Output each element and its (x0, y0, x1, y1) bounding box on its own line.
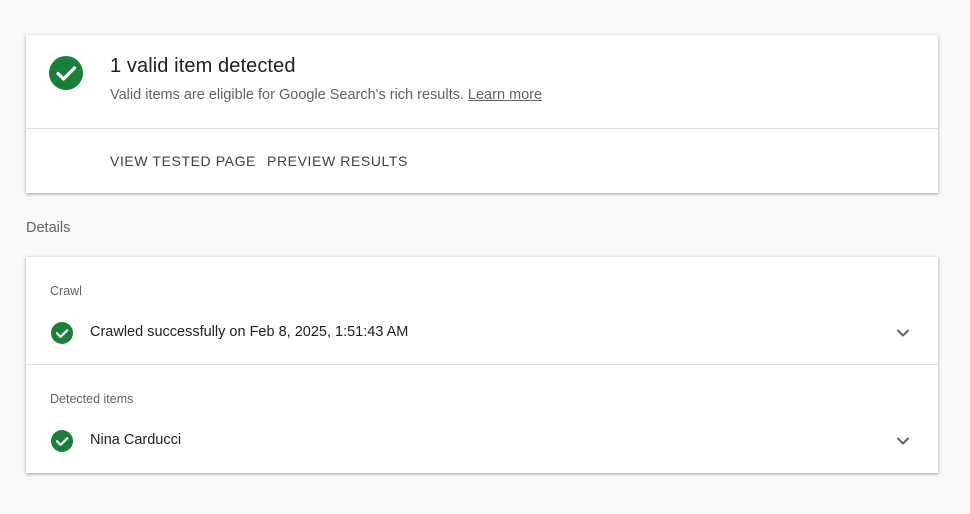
summary-actions: VIEW TESTED PAGE PREVIEW RESULTS (26, 129, 938, 193)
check-circle-icon (51, 430, 73, 452)
learn-more-link[interactable]: Learn more (468, 87, 542, 103)
summary-description-text: Valid items are eligible for Google Sear… (110, 87, 464, 103)
check-circle-icon (51, 322, 73, 344)
summary-card: 1 valid item detected Valid items are el… (26, 35, 938, 193)
preview-results-button[interactable]: PREVIEW RESULTS (267, 153, 408, 169)
section-label: Crawl (50, 284, 82, 298)
chevron-down-icon[interactable] (894, 432, 912, 450)
check-circle-icon (49, 56, 83, 90)
crawl-section[interactable]: Crawl Crawled successfully on Feb 8, 202… (26, 257, 938, 365)
summary-title: 1 valid item detected (110, 55, 296, 77)
details-card: Crawl Crawled successfully on Feb 8, 202… (26, 257, 938, 473)
crawl-status-text: Crawled successfully on Feb 8, 2025, 1:5… (90, 324, 409, 340)
section-label: Detected items (50, 392, 134, 406)
chevron-down-icon[interactable] (894, 324, 912, 342)
summary-description: Valid items are eligible for Google Sear… (110, 87, 542, 103)
details-heading: Details (26, 220, 71, 236)
summary-header: 1 valid item detected Valid items are el… (26, 35, 938, 129)
page: 1 valid item detected Valid items are el… (0, 0, 970, 514)
view-tested-page-button[interactable]: VIEW TESTED PAGE (110, 153, 256, 169)
detected-item-name: Nina Carducci (90, 432, 182, 448)
detected-items-section[interactable]: Detected items Nina Carducci (26, 365, 938, 472)
